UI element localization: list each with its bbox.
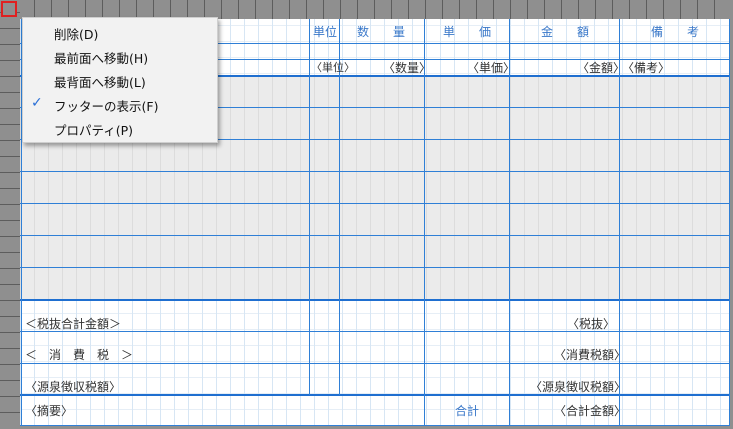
grid-line — [619, 19, 620, 426]
subtotal-field[interactable]: 〈税抜〉 — [567, 317, 615, 331]
tax-field[interactable]: 〈消費税額〉 — [554, 348, 626, 362]
left-ruler — [0, 0, 20, 429]
grid-line — [339, 19, 340, 395]
menu-item-label: フッターの表示(F) — [54, 99, 159, 114]
grid-line — [20, 394, 730, 396]
field-unit-price[interactable]: 〈単価〉 — [467, 61, 515, 75]
field-remarks[interactable]: 〈備考〉 — [622, 61, 670, 75]
field-quantity[interactable]: 〈数量〉 — [383, 61, 431, 75]
header-remarks: 備 考 — [651, 25, 700, 39]
grid-line — [20, 331, 730, 332]
context-menu: 削除(D) 最前面へ移動(H) 最背面へ移動(L) ✓ フッターの表示(F) プ… — [22, 17, 218, 143]
grid-line — [20, 425, 730, 426]
field-amount[interactable]: 〈金額〉 — [577, 61, 625, 75]
grid-line — [20, 171, 730, 172]
grid-line — [20, 299, 730, 301]
grid-line — [509, 19, 510, 426]
total-field[interactable]: 〈合計金額〉 — [554, 404, 626, 418]
grid-line — [424, 19, 425, 426]
field-unit[interactable]: 〈単位〉 — [311, 61, 355, 75]
menu-item-delete[interactable]: 削除(D) — [23, 20, 217, 44]
grid-line — [729, 19, 730, 426]
withholding-field[interactable]: 〈源泉徴収税額〉 — [530, 380, 626, 394]
menu-item-label: 削除(D) — [54, 27, 99, 42]
header-quantity: 数 量 — [357, 25, 406, 39]
grid-line — [20, 235, 730, 236]
menu-item-label: 最背面へ移動(L) — [54, 75, 146, 90]
grid-line — [20, 203, 730, 204]
tax-label: ＜ 消 費 税 ＞ — [25, 348, 134, 362]
menu-item-bring-to-front[interactable]: 最前面へ移動(H) — [23, 44, 217, 68]
grid-line — [309, 19, 310, 395]
subtotal-label: ＜税抜合計金額＞ — [25, 317, 122, 331]
checkmark-icon: ✓ — [31, 95, 43, 111]
menu-item-label: プロパティ(P) — [54, 123, 134, 138]
grid-line — [20, 267, 730, 268]
summary-field[interactable]: 〈摘要〉 — [25, 404, 73, 418]
total-label: 合計 — [455, 404, 480, 418]
header-unit-price: 単 価 — [443, 25, 492, 39]
header-amount: 金 額 — [541, 25, 590, 39]
withholding-label: 〈源泉徴収税額〉 — [25, 380, 122, 394]
menu-item-send-to-back[interactable]: 最背面へ移動(L) — [23, 68, 217, 92]
selection-handle[interactable] — [1, 1, 17, 17]
menu-item-properties[interactable]: プロパティ(P) — [23, 116, 217, 140]
grid-line — [20, 363, 730, 364]
menu-item-show-footer[interactable]: ✓ フッターの表示(F) — [23, 92, 217, 116]
menu-item-label: 最前面へ移動(H) — [54, 51, 149, 66]
header-unit: 単位 — [313, 25, 338, 39]
